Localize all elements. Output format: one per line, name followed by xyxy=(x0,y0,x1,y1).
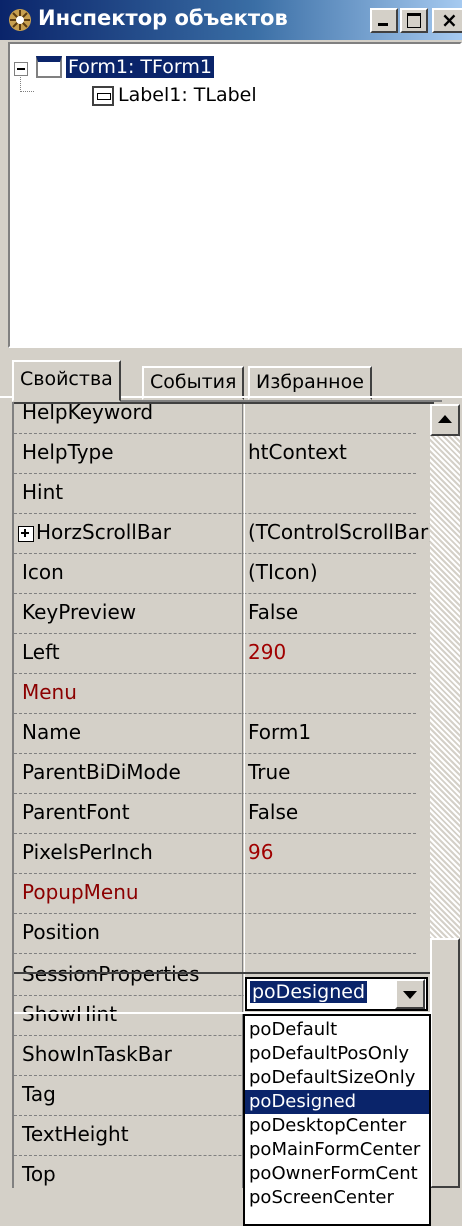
property-value: 290 xyxy=(248,640,287,664)
close-icon: × xyxy=(441,8,458,32)
expand-icon[interactable] xyxy=(18,526,34,542)
property-row[interactable]: Menu xyxy=(14,674,416,714)
property-row[interactable]: KeyPreview False xyxy=(14,594,416,634)
close-button[interactable]: × xyxy=(432,8,462,33)
object-inspector-icon xyxy=(9,9,31,31)
property-name: HelpType xyxy=(22,440,114,464)
property-value: (TControlScrollBar) xyxy=(248,520,436,544)
tree-node-form1[interactable]: Form1: TForm1 xyxy=(66,56,214,78)
property-value: False xyxy=(248,800,299,824)
property-value: htContext xyxy=(248,440,347,464)
property-row[interactable]: PopupMenu xyxy=(14,874,416,914)
property-row-selected[interactable]: Position xyxy=(14,914,416,954)
dropdown-option[interactable]: poDefault xyxy=(245,1018,429,1042)
property-name: Hint xyxy=(22,480,64,504)
property-name: PopupMenu xyxy=(22,880,139,904)
window-title: Инспектор объектов xyxy=(38,6,288,30)
collapse-toggle-icon[interactable] xyxy=(14,62,28,76)
tab-properties[interactable]: Свойства xyxy=(12,360,121,402)
dropdown-arrow-button[interactable] xyxy=(395,979,425,1009)
property-value: 96 xyxy=(248,840,274,864)
property-row[interactable]: Icon (TIcon) xyxy=(14,554,416,594)
property-row[interactable]: PixelsPerInch 96 xyxy=(14,834,416,874)
property-value: True xyxy=(248,760,291,784)
property-row[interactable]: HelpType htContext xyxy=(14,434,416,474)
form-icon xyxy=(36,56,62,78)
position-dropdown-list[interactable]: poDefault poDefaultPosOnly poDefaultSize… xyxy=(243,1014,431,1226)
minimize-button[interactable] xyxy=(370,8,398,33)
property-name: ParentBiDiMode xyxy=(22,760,181,784)
property-name: Left xyxy=(22,640,60,664)
position-combo-value: poDesigned xyxy=(250,981,368,1003)
property-name: ParentFont xyxy=(22,800,130,824)
dropdown-option-selected[interactable]: poDesigned xyxy=(245,1090,429,1114)
inspector-tabs: Свойства События Избранное xyxy=(0,348,462,402)
object-tree[interactable]: Form1: TForm1 Label1: TLabel xyxy=(8,42,462,348)
maximize-button[interactable] xyxy=(400,8,428,33)
scroll-thumb[interactable] xyxy=(430,938,460,1188)
tree-node-label1[interactable]: Label1: TLabel xyxy=(118,84,257,106)
property-name: ShowInTaskBar xyxy=(22,1042,172,1066)
property-row[interactable]: Name Form1 xyxy=(14,714,416,754)
property-row[interactable]: Left 290 xyxy=(14,634,416,674)
property-row[interactable]: ParentBiDiMode True xyxy=(14,754,416,794)
position-combobox[interactable]: poDesigned xyxy=(245,977,428,1011)
dropdown-option[interactable]: poDesktopCenter xyxy=(245,1114,429,1138)
dropdown-option[interactable]: poScreenCenter xyxy=(245,1186,429,1210)
scroll-up-button[interactable] xyxy=(430,404,460,436)
dropdown-option[interactable]: poMainFormCenter xyxy=(245,1138,429,1162)
dropdown-option[interactable]: poOwnerFormCent xyxy=(245,1162,429,1186)
property-name: KeyPreview xyxy=(22,600,137,624)
property-row[interactable]: Hint xyxy=(14,474,416,514)
dropdown-option[interactable]: poDefaultPosOnly xyxy=(245,1042,429,1066)
dropdown-option[interactable]: poDefaultSizeOnly xyxy=(245,1066,429,1090)
label-component-icon xyxy=(92,86,114,106)
property-name: Tag xyxy=(22,1082,56,1106)
property-value: Form1 xyxy=(248,720,312,744)
property-name: Menu xyxy=(22,680,77,704)
property-value: (TIcon) xyxy=(248,560,318,584)
property-name: Top xyxy=(22,1162,56,1186)
title-bar[interactable]: Инспектор объектов × xyxy=(0,0,462,40)
property-name: Icon xyxy=(22,560,64,584)
property-value: False xyxy=(248,600,299,624)
property-row[interactable]: HorzScrollBar (TControlScrollBar) xyxy=(14,514,436,554)
property-name: Position xyxy=(22,920,100,944)
property-name: Name xyxy=(22,720,82,744)
property-row[interactable]: ParentFont False xyxy=(14,794,416,834)
property-name: TextHeight xyxy=(22,1122,129,1146)
property-name: PixelsPerInch xyxy=(22,840,153,864)
property-name: HorzScrollBar xyxy=(36,520,172,544)
grid-top-edge xyxy=(14,402,434,404)
